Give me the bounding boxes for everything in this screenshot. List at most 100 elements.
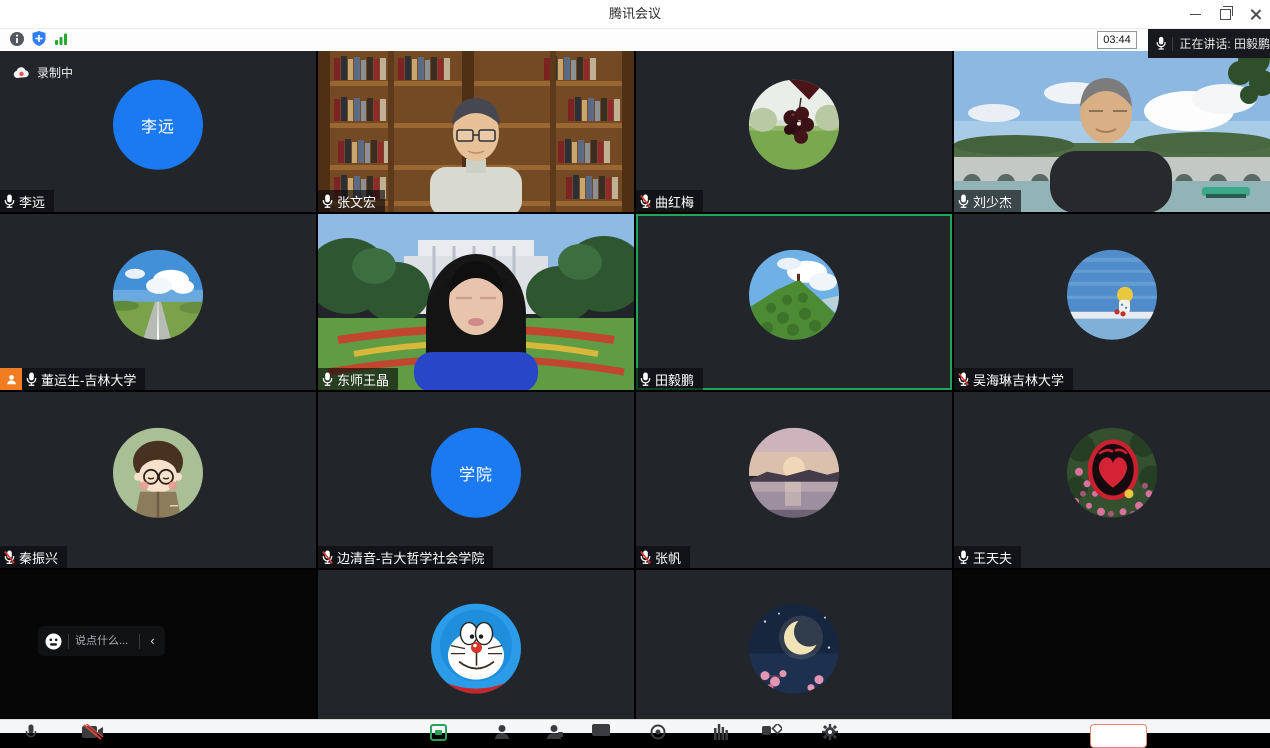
collapse-chat-button[interactable]: ‹ xyxy=(140,626,165,656)
settings-button[interactable] xyxy=(822,724,838,745)
participant-tile[interactable]: 张文宏 xyxy=(318,51,634,212)
participant-tile-active-speaker[interactable]: 田毅鹏 xyxy=(636,214,952,390)
network-signal-icon[interactable] xyxy=(53,31,68,46)
participant-name: 边清音-吉大哲学社会学院 xyxy=(337,548,484,567)
name-label: 王天夫 xyxy=(954,546,1021,568)
speaking-text: 正在讲话: 田毅鹏 xyxy=(1179,35,1270,52)
participant-tile[interactable]: 学院 边清音-吉大哲学社会学院 xyxy=(318,392,634,568)
participant-tile[interactable]: 刘少杰 xyxy=(954,51,1270,212)
participant-tile[interactable]: 吴海琳吉林大学 xyxy=(954,214,1270,390)
emoji-icon xyxy=(45,633,62,650)
avatar-cartoon-reader xyxy=(113,428,203,518)
video-feed xyxy=(954,51,1270,212)
participant-name: 王天夫 xyxy=(973,548,1012,567)
restore-icon xyxy=(1220,9,1231,20)
video-feed xyxy=(318,214,634,390)
recording-badge[interactable]: 录制中 xyxy=(13,64,73,81)
participant-tile[interactable] xyxy=(636,570,952,719)
participants-button[interactable] xyxy=(494,724,510,745)
volume-levels-button[interactable] xyxy=(714,724,728,745)
chat-input[interactable] xyxy=(69,635,139,647)
camera-off-button[interactable] xyxy=(82,724,104,745)
participant-name: 张帆 xyxy=(655,548,681,567)
restore-button[interactable] xyxy=(1210,0,1240,28)
participant-name: 张文宏 xyxy=(337,192,376,211)
recording-label: 录制中 xyxy=(37,64,73,81)
avatar-photo-sunset-lake xyxy=(749,428,839,518)
mic-off-icon xyxy=(3,550,16,565)
participant-tile[interactable]: 张帆 xyxy=(636,392,952,568)
host-badge xyxy=(0,368,22,390)
avatar xyxy=(1067,428,1157,518)
emoji-button[interactable] xyxy=(38,633,68,650)
mic-icon xyxy=(321,194,334,209)
avatar-initials: 学院 xyxy=(459,461,493,485)
video-feed xyxy=(318,51,634,212)
name-label: 边清音-吉大哲学社会学院 xyxy=(318,546,493,568)
avatar: 李远 xyxy=(113,79,203,169)
avatar-photo-hill xyxy=(749,250,839,340)
participant-tile[interactable]: 曲红梅 xyxy=(636,51,952,212)
participant-tile[interactable]: ‹ xyxy=(0,570,316,719)
avatar xyxy=(749,250,839,340)
mic-off-icon xyxy=(639,550,652,565)
participant-tile[interactable]: 录制中 李远 李远 xyxy=(0,51,316,212)
participant-name: 吴海琳吉林大学 xyxy=(973,370,1064,389)
mic-icon xyxy=(25,372,38,387)
close-button[interactable] xyxy=(1240,0,1270,28)
avatar-photo-berries xyxy=(749,79,839,169)
participant-name: 秦振兴 xyxy=(19,548,58,567)
participant-name: 曲红梅 xyxy=(655,192,694,211)
record-button[interactable] xyxy=(650,724,666,745)
name-label: 吴海琳吉林大学 xyxy=(954,368,1073,390)
meeting-toolbar: 03:44 xyxy=(0,29,1270,51)
avatar xyxy=(1067,250,1157,340)
avatar-initials: 李远 xyxy=(141,112,175,136)
name-label: 田毅鹏 xyxy=(636,368,703,390)
apps-button[interactable] xyxy=(762,724,782,743)
share-screen-button[interactable] xyxy=(430,724,447,741)
mic-off-icon xyxy=(321,550,334,565)
participant-tile[interactable]: 东师王晶 xyxy=(318,214,634,390)
shield-icon[interactable] xyxy=(31,31,46,46)
mic-icon xyxy=(957,194,970,209)
participant-tile[interactable]: 秦振兴 xyxy=(0,392,316,568)
participant-tile[interactable]: 王天夫 xyxy=(954,392,1270,568)
video-grid: 录制中 李远 李远 张文宏 xyxy=(0,51,1270,719)
whiteboard-button[interactable] xyxy=(592,724,610,743)
participant-name: 李远 xyxy=(19,192,45,211)
mic-button[interactable] xyxy=(24,724,38,747)
title-bar: 腾讯会议 xyxy=(0,0,1270,29)
end-meeting-button[interactable] xyxy=(1090,724,1147,748)
participant-name: 刘少杰 xyxy=(973,192,1012,211)
name-label: 董运生-吉林大学 xyxy=(22,368,145,390)
share-screen-icon xyxy=(435,730,442,735)
name-label: 张文宏 xyxy=(318,190,385,212)
mic-off-icon xyxy=(639,194,652,209)
member-tools-button[interactable] xyxy=(547,724,563,745)
mic-icon xyxy=(3,194,16,209)
participant-tile[interactable] xyxy=(954,570,1270,719)
minimize-button[interactable] xyxy=(1180,0,1210,28)
avatar xyxy=(749,603,839,693)
name-label: 张帆 xyxy=(636,546,690,568)
mic-off-icon xyxy=(957,372,970,387)
info-icon[interactable] xyxy=(9,31,24,46)
meeting-timer: 03:44 xyxy=(1097,31,1137,49)
speaking-banner: 正在讲话: 田毅鹏 xyxy=(1148,29,1270,58)
cloud-recording-icon xyxy=(13,67,30,79)
name-label: 东师王晶 xyxy=(318,368,398,390)
divider xyxy=(1172,37,1173,51)
name-label: 刘少杰 xyxy=(954,190,1021,212)
avatar xyxy=(431,603,521,693)
participant-tile[interactable]: 董运生-吉林大学 xyxy=(0,214,316,390)
avatar-photo-sea xyxy=(1067,250,1157,340)
avatar-cartoon-cat xyxy=(431,603,521,693)
close-icon xyxy=(1250,9,1261,20)
name-label: 秦振兴 xyxy=(0,546,67,568)
participant-tile[interactable] xyxy=(318,570,634,719)
mic-icon xyxy=(639,372,652,387)
participant-name: 东师王晶 xyxy=(337,370,389,389)
avatar-photo-garden-ornament xyxy=(1067,428,1157,518)
mic-icon xyxy=(321,372,334,387)
